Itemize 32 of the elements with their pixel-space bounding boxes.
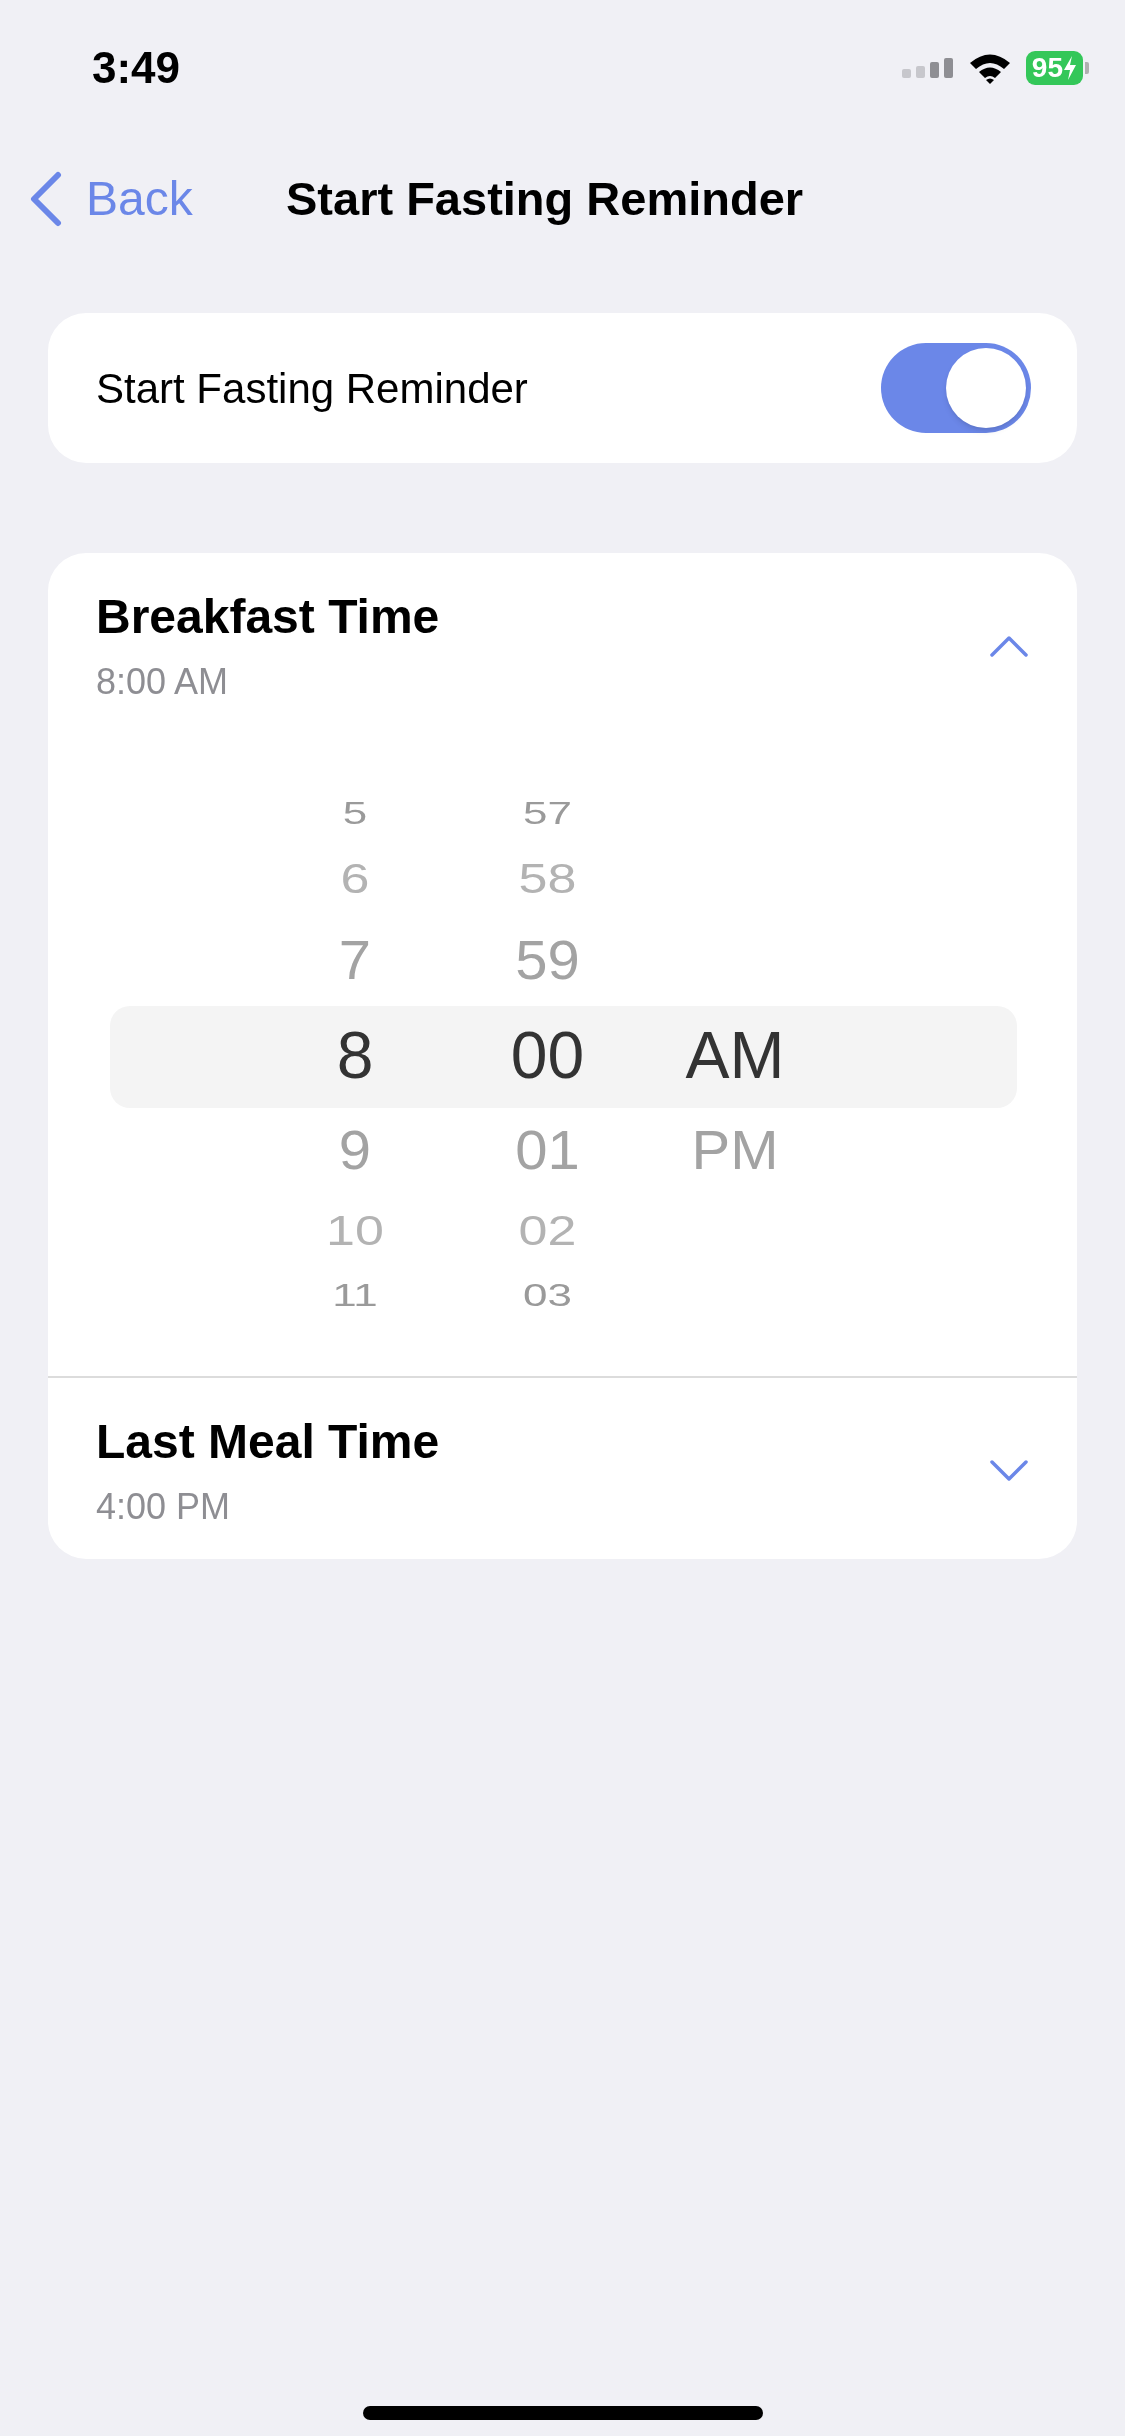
picker-option[interactable]: 9 [338,1122,372,1178]
picker-option[interactable]: PM [691,1122,779,1178]
chevron-up-icon[interactable] [989,633,1029,658]
section-title: Breakfast Time [96,589,440,645]
status-time: 3:49 [92,42,181,94]
picker-option[interactable]: 10 [326,1210,384,1252]
picker-option[interactable]: 7 [338,932,372,988]
bolt-icon [1063,56,1077,80]
battery-level: 95 [1031,54,1063,82]
signal-icon [901,58,954,78]
picker-option[interactable]: 58 [518,858,577,900]
picker-option[interactable]: 5 [342,798,368,830]
section-time: 4:00 PM [96,1485,232,1529]
picker-option[interactable]: 11 [332,1280,378,1312]
picker-option[interactable]: 59 [515,932,580,988]
chevron-left-icon [28,171,62,227]
picker-option[interactable]: AM [685,1022,785,1088]
section-time: 8:00 AM [96,660,230,704]
section-title: Last Meal Time [96,1414,440,1470]
screen-title: Start Fasting Reminder [286,170,804,227]
picker-option[interactable]: 02 [518,1210,577,1252]
picker-option[interactable]: 03 [523,1280,572,1312]
reminder-label: Start Fasting Reminder [96,363,528,414]
picker-option[interactable]: 8 [336,1022,374,1088]
chevron-down-icon[interactable] [989,1458,1029,1483]
picker-option[interactable]: 57 [523,798,572,830]
picker-option[interactable]: 6 [340,858,370,900]
picker-option[interactable]: 00 [510,1022,585,1088]
picker-option[interactable]: 01 [515,1122,580,1178]
time-section-header[interactable]: Last Meal Time 4:00 PM [48,1378,1077,1559]
back-button[interactable]: Back [0,163,193,235]
time-section-header[interactable]: Breakfast Time 8:00 AM [48,553,1077,734]
